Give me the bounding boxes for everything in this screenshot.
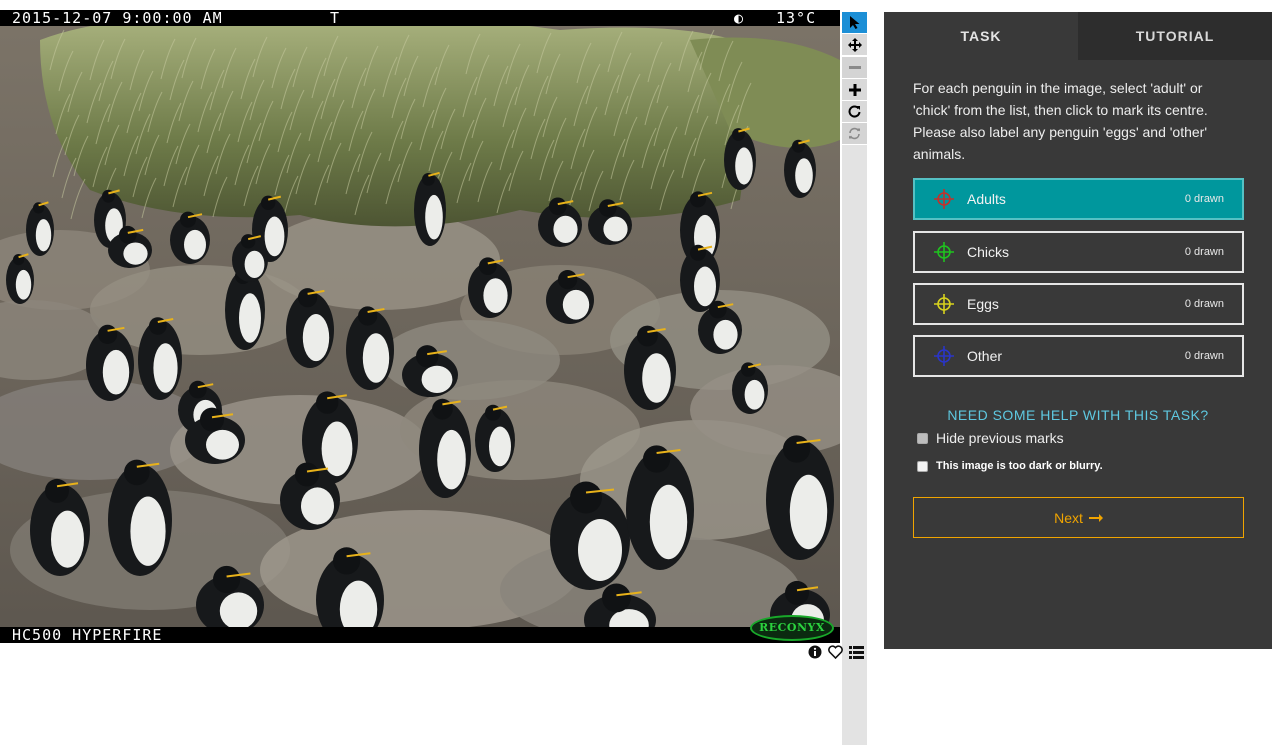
reset-button[interactable] bbox=[842, 123, 867, 144]
camera-model-bar: HC500 HYPERFIRE bbox=[0, 627, 840, 643]
info-icon[interactable] bbox=[806, 644, 823, 661]
pan-tool-button[interactable] bbox=[842, 34, 867, 55]
subject-viewer: 2015-12-07 9:00:00 AM T ◐ 13°C HC500 HYP… bbox=[0, 0, 870, 745]
hide-marks-checkbox[interactable]: Hide previous marks bbox=[917, 430, 1064, 446]
choice-count: 0 drawn bbox=[1184, 350, 1224, 362]
choice-label: Other bbox=[967, 348, 1003, 364]
tab-task[interactable]: TASK bbox=[884, 12, 1078, 60]
refresh-icon bbox=[849, 127, 860, 140]
camera-model: HC500 HYPERFIRE bbox=[12, 626, 163, 643]
crosshair-blue-icon bbox=[934, 346, 954, 366]
next-label: Next bbox=[1054, 509, 1083, 526]
subject-meta-tools bbox=[806, 643, 865, 661]
arrow-right-icon bbox=[1088, 513, 1103, 522]
too-dark-checkbox[interactable]: This image is too dark or blurry. bbox=[917, 460, 1103, 472]
crosshair-red-icon bbox=[934, 189, 954, 209]
camera-trap-photo[interactable]: 2015-12-07 9:00:00 AM T ◐ 13°C HC500 HYP… bbox=[0, 10, 840, 643]
collections-list-icon[interactable] bbox=[848, 644, 865, 661]
crosshair-green-icon bbox=[934, 242, 954, 262]
rotate-icon bbox=[848, 105, 861, 118]
image-toolbar bbox=[842, 12, 867, 745]
camera-info-bar: 2015-12-07 9:00:00 AM T ◐ 13°C bbox=[0, 10, 840, 26]
choice-adults[interactable]: Adults 0 drawn bbox=[913, 178, 1244, 220]
crosshair-yellow-icon bbox=[934, 294, 954, 314]
task-help-link[interactable]: NEED SOME HELP WITH THIS TASK? bbox=[884, 407, 1272, 423]
checkbox-box[interactable] bbox=[917, 432, 928, 444]
zoom-out-button[interactable] bbox=[842, 57, 867, 78]
reconyx-logo: RECONYX bbox=[750, 615, 834, 641]
minus-icon bbox=[848, 65, 861, 69]
tab-tutorial[interactable]: TUTORIAL bbox=[1078, 12, 1272, 60]
camera-temperature: 13°C bbox=[776, 10, 817, 27]
select-tool-button[interactable] bbox=[842, 12, 867, 33]
plus-icon bbox=[848, 83, 861, 96]
task-instructions: For each penguin in the image, select 'a… bbox=[913, 80, 1208, 162]
choice-label: Chicks bbox=[967, 244, 1010, 260]
choice-chicks[interactable]: Chicks 0 drawn bbox=[913, 231, 1244, 273]
next-button[interactable]: Next bbox=[913, 497, 1244, 538]
too-dark-label: This image is too dark or blurry. bbox=[936, 460, 1103, 472]
moon-phase-icon: ◐ bbox=[734, 10, 745, 27]
choice-count: 0 drawn bbox=[1184, 246, 1224, 258]
camera-timestamp: 2015-12-07 9:00:00 AM bbox=[12, 10, 223, 27]
choice-count: 0 drawn bbox=[1184, 298, 1224, 310]
move-icon bbox=[847, 37, 862, 52]
choice-count: 0 drawn bbox=[1184, 193, 1224, 205]
choice-label: Adults bbox=[967, 191, 1006, 207]
zoom-in-button[interactable] bbox=[842, 79, 867, 100]
choice-eggs[interactable]: Eggs 0 drawn bbox=[913, 283, 1244, 325]
rotate-button[interactable] bbox=[842, 101, 867, 122]
task-tabs: TASK TUTORIAL bbox=[884, 12, 1272, 60]
hide-marks-label: Hide previous marks bbox=[936, 430, 1064, 446]
favorite-heart-icon[interactable] bbox=[827, 644, 844, 661]
choice-other[interactable]: Other 0 drawn bbox=[913, 335, 1244, 377]
checkbox-box[interactable] bbox=[917, 460, 928, 472]
choice-label: Eggs bbox=[967, 296, 999, 312]
task-panel: TASK TUTORIAL For each penguin in the im… bbox=[884, 12, 1272, 649]
camera-flag: T bbox=[330, 10, 341, 27]
penguin-colony-image[interactable] bbox=[0, 10, 840, 643]
pointer-icon bbox=[849, 16, 859, 29]
